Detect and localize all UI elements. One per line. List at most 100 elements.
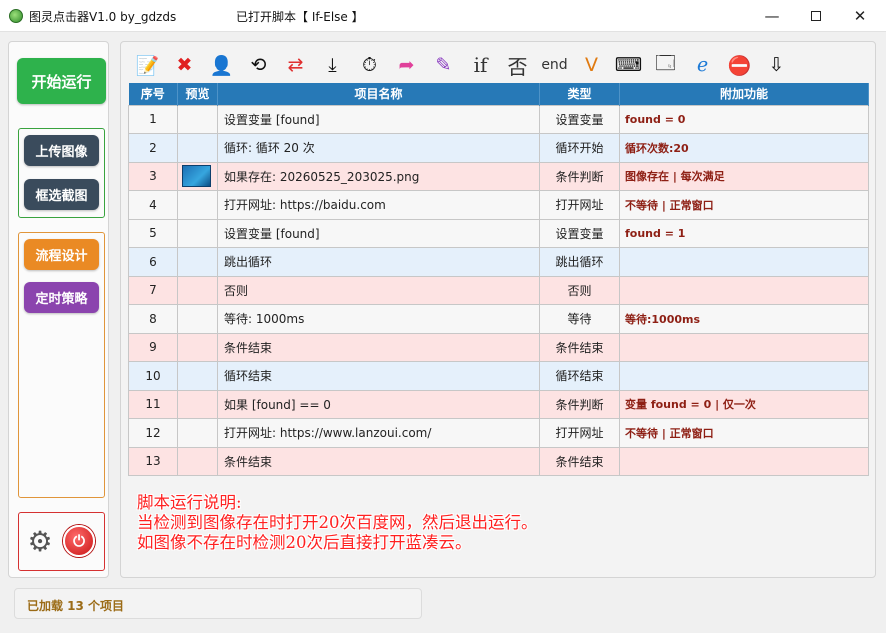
download-arrow-icon[interactable]: ⤓ — [314, 47, 351, 83]
header-extra[interactable]: 附加功能 — [619, 83, 869, 105]
row-name: 打开网址: https://www.lanzoui.com/ — [217, 418, 540, 448]
table-header-row: 序号 预览 项目名称 类型 附加功能 — [128, 83, 869, 105]
edit-icon[interactable]: 📝 — [129, 47, 166, 83]
end-icon[interactable]: end — [536, 47, 573, 83]
row-name: 条件结束 — [217, 446, 540, 476]
left-panel: 开始运行 上传图像 框选截图 流程设计 定时策略 ⚙ ⏻ — [8, 41, 109, 578]
row-type: 循环开始 — [539, 133, 620, 163]
row-preview — [177, 247, 218, 277]
table-row[interactable]: 3 如果存在: 20260525_203025.png 条件判断 图像存在 | 每次满… — [128, 161, 869, 191]
row-name: 打开网址: https://baidu.com — [217, 190, 540, 220]
keyboard-icon[interactable]: ⌨ — [610, 47, 647, 83]
row-number: 3 — [128, 161, 178, 191]
row-extra: found = 0 — [619, 104, 869, 134]
row-type: 条件判断 — [539, 161, 620, 191]
preview-thumbnail-icon[interactable] — [182, 165, 211, 188]
settings-group: ⚙ ⏻ — [18, 512, 105, 571]
table-row[interactable]: 6 跳出循环 跳出循环 — [128, 247, 869, 277]
stop-icon[interactable]: ⛔ — [721, 47, 758, 83]
header-name[interactable]: 项目名称 — [217, 83, 540, 105]
shuffle-icon[interactable]: ⇄ — [277, 47, 314, 83]
row-preview — [177, 389, 218, 419]
row-preview — [177, 275, 218, 305]
flow-design-button[interactable]: 流程设计 — [24, 239, 99, 270]
start-button[interactable]: 开始运行 — [17, 58, 106, 104]
loop-icon[interactable]: ⟲ — [240, 47, 277, 83]
row-name: 跳出循环 — [217, 247, 540, 277]
row-type: 条件结束 — [539, 446, 620, 476]
notes-line-1: 脚本运行说明: — [137, 493, 242, 512]
table-row[interactable]: 12 打开网址: https://www.lanzoui.com/打开网址 不等待 … — [128, 418, 869, 448]
close-button[interactable]: ✕ — [840, 0, 880, 32]
else-icon[interactable]: 否 — [499, 47, 536, 83]
row-name: 如果存在: 20260525_203025.png — [217, 161, 540, 191]
variable-icon[interactable]: V — [573, 47, 610, 83]
header-preview[interactable]: 预览 — [177, 83, 218, 105]
table-row[interactable]: 7 否则 否则 — [128, 275, 869, 305]
row-number: 1 — [128, 104, 178, 134]
row-extra — [619, 275, 869, 305]
settings-gear-icon[interactable]: ⚙ — [25, 527, 55, 557]
row-type: 打开网址 — [539, 190, 620, 220]
feather-icon[interactable]: ✎ — [425, 47, 462, 83]
table-row[interactable]: 10 循环结束 循环结束 — [128, 361, 869, 391]
person-icon[interactable]: 👤 — [203, 47, 240, 83]
minimize-button[interactable]: — — [752, 0, 792, 32]
row-number: 13 — [128, 446, 178, 476]
status-bar: 已加载 13 个项目 — [14, 588, 422, 619]
maximize-button[interactable] — [796, 0, 836, 32]
row-preview — [177, 133, 218, 163]
table-row[interactable]: 11 如果 [found] == 0 条件判断 变量 found = 0 | 仅一次 — [128, 389, 869, 419]
down-arrow-icon[interactable]: ⇩ — [758, 47, 795, 83]
main-panel: 📝 ✖ 👤 ⟲ ⇄ ⤓ ⏱ ➦ ✎ if 否 end V ⌨ 🗔 ℯ ⛔ ⇩ 序号 预览 项目名称 类型 附加功能… — [120, 41, 876, 578]
crop-screenshot-button[interactable]: 框选截图 — [24, 179, 99, 210]
header-num[interactable]: 序号 — [128, 83, 178, 105]
row-type: 打开网址 — [539, 418, 620, 448]
window-icon[interactable]: 🗔 — [647, 47, 684, 83]
row-number: 11 — [128, 389, 178, 419]
row-number: 6 — [128, 247, 178, 277]
row-extra: 不等待 | 正常窗口 — [619, 418, 869, 448]
row-preview — [177, 361, 218, 391]
row-extra — [619, 446, 869, 476]
table-row[interactable]: 4 打开网址: https://baidu.com 打开网址 不等待 | 正常窗口 — [128, 190, 869, 220]
power-icon[interactable]: ⏻ — [63, 525, 95, 557]
redirect-arrow-icon[interactable]: ➦ — [388, 47, 425, 83]
notes-line-3: 如图像不存在时检测20次后直接打开蓝凑云。 — [137, 533, 472, 552]
row-preview — [177, 218, 218, 248]
row-preview — [177, 190, 218, 220]
row-number: 7 — [128, 275, 178, 305]
table-row[interactable]: 8 等待: 1000ms 等待 等待:1000ms — [128, 304, 869, 334]
row-name: 循环: 循环 20 次 — [217, 133, 540, 163]
row-type: 跳出循环 — [539, 247, 620, 277]
row-type: 设置变量 — [539, 218, 620, 248]
row-extra: 等待:1000ms — [619, 304, 869, 334]
maximize-icon — [811, 11, 821, 21]
row-extra — [619, 332, 869, 362]
delete-icon[interactable]: ✖ — [166, 47, 203, 83]
row-extra: found = 1 — [619, 218, 869, 248]
if-icon[interactable]: if — [462, 47, 499, 83]
row-type: 设置变量 — [539, 104, 620, 134]
upload-image-button[interactable]: 上传图像 — [24, 135, 99, 166]
table-row[interactable]: 9 条件结束 条件结束 — [128, 332, 869, 362]
row-extra: 循环次数:20 — [619, 133, 869, 163]
browser-icon[interactable]: ℯ — [684, 47, 721, 83]
row-name: 设置变量 [found] — [217, 104, 540, 134]
row-preview — [177, 446, 218, 476]
table-row[interactable]: 2 循环: 循环 20 次循环开始 循环次数:20 — [128, 133, 869, 163]
schedule-button[interactable]: 定时策略 — [24, 282, 99, 313]
app-title: 图灵点击器V1.0 by_gdzds — [29, 10, 177, 24]
row-number: 10 — [128, 361, 178, 391]
row-name: 设置变量 [found] — [217, 218, 540, 248]
toolbar: 📝 ✖ 👤 ⟲ ⇄ ⤓ ⏱ ➦ ✎ if 否 end V ⌨ 🗔 ℯ ⛔ ⇩ — [129, 46, 871, 84]
table-row[interactable]: 1 设置变量 [found] 设置变量 found = 0 — [128, 104, 869, 134]
row-type: 等待 — [539, 304, 620, 334]
table-row[interactable]: 13 条件结束 条件结束 — [128, 446, 869, 476]
notes-line-2: 当检测到图像存在时打开20次百度网，然后退出运行。 — [137, 513, 538, 532]
row-extra — [619, 247, 869, 277]
row-number: 12 — [128, 418, 178, 448]
header-type[interactable]: 类型 — [539, 83, 620, 105]
table-row[interactable]: 5 设置变量 [found] 设置变量 found = 1 — [128, 218, 869, 248]
stopwatch-icon[interactable]: ⏱ — [351, 47, 388, 83]
